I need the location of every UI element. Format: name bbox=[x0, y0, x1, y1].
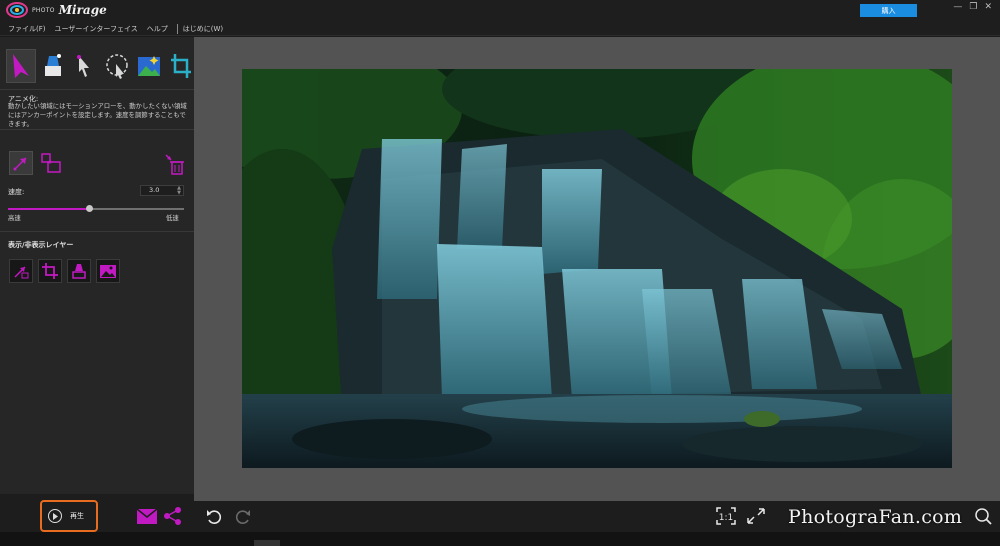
waterfall-image bbox=[242, 69, 952, 468]
tools-panel: アニメ化: 動かしたい領域にはモーションアローを、動かしたくない領域にはアンカー… bbox=[0, 37, 194, 532]
status-bar bbox=[0, 532, 1000, 546]
menu-getting-started[interactable]: はじめに(W) bbox=[183, 24, 223, 34]
menu-user-interface[interactable]: ユーザーインターフェイス bbox=[55, 24, 138, 34]
menu-help[interactable]: ヘルプ bbox=[147, 24, 168, 34]
status-tab bbox=[254, 540, 280, 546]
speed-value: 3.0 bbox=[149, 186, 160, 194]
actual-size-icon[interactable]: 1:1 bbox=[716, 507, 736, 525]
main-tool-row bbox=[6, 49, 196, 83]
crop-icon bbox=[171, 54, 191, 78]
waterfall-photo[interactable] bbox=[242, 69, 952, 468]
anchor-point-button[interactable] bbox=[39, 151, 63, 175]
layers-section-title: 表示/非表示レイヤー bbox=[8, 241, 74, 249]
panel-divider bbox=[0, 129, 194, 130]
play-button[interactable]: 再生 bbox=[40, 500, 98, 532]
lasso-tool-button[interactable] bbox=[102, 49, 132, 83]
select-tool-button[interactable] bbox=[70, 49, 100, 83]
mask-layer-icon bbox=[72, 264, 86, 279]
share-icon[interactable] bbox=[163, 506, 183, 526]
maximize-button[interactable]: ❐ bbox=[969, 2, 977, 12]
svg-text:1:1: 1:1 bbox=[719, 513, 733, 523]
layer-toggle-mask[interactable] bbox=[67, 259, 91, 283]
slider-max-label: 低速 bbox=[166, 214, 179, 222]
title-bar: PHOTO Mirage ファイル(F) ユーザーインターフェイス ヘルプ はじ… bbox=[0, 0, 1000, 36]
animate-tool-button[interactable] bbox=[6, 49, 36, 83]
redo-icon[interactable] bbox=[234, 508, 252, 526]
image-layer-icon bbox=[100, 265, 116, 278]
motion-layer-icon bbox=[14, 266, 29, 279]
motion-arrow-button[interactable] bbox=[9, 151, 33, 175]
slider-min-label: 高速 bbox=[8, 214, 21, 222]
lasso-icon bbox=[106, 54, 128, 79]
email-icon[interactable] bbox=[137, 509, 157, 524]
layer-toggles bbox=[9, 259, 120, 283]
eraser-icon bbox=[45, 54, 61, 76]
panel-divider bbox=[0, 231, 194, 232]
speed-slider-fill bbox=[8, 208, 89, 210]
crop-tool-button[interactable] bbox=[166, 49, 196, 83]
speed-spinner-icon[interactable]: ▲ ▼ bbox=[177, 186, 181, 196]
eraser-tool-button[interactable] bbox=[38, 49, 68, 83]
panel-divider bbox=[0, 89, 194, 90]
window-controls: — ❐ ✕ bbox=[953, 2, 992, 12]
buy-button[interactable]: 購入 bbox=[860, 4, 917, 17]
play-label: 再生 bbox=[70, 512, 84, 520]
fullscreen-icon[interactable] bbox=[746, 507, 766, 525]
logo-small-text: PHOTO bbox=[32, 6, 55, 14]
anchor-point-icon bbox=[41, 153, 61, 173]
select-arrow-icon bbox=[77, 55, 89, 77]
speed-label: 速度: bbox=[8, 188, 25, 196]
logo-mark-icon bbox=[6, 2, 28, 18]
app-logo: PHOTO Mirage bbox=[6, 1, 107, 19]
motion-arrow-icon bbox=[13, 157, 27, 171]
canvas-area[interactable] bbox=[194, 37, 1000, 501]
minimize-button[interactable]: — bbox=[953, 2, 962, 12]
speed-slider[interactable] bbox=[8, 205, 184, 212]
animate-description: 動かしたい領域にはモーションアローを、動かしたくない領域にはアンカーポイントを設… bbox=[8, 102, 187, 128]
layer-toggle-motion[interactable] bbox=[9, 259, 33, 283]
layer-toggle-crop[interactable] bbox=[38, 259, 62, 283]
menu-bar: ファイル(F) ユーザーインターフェイス ヘルプ はじめに(W) bbox=[8, 24, 232, 34]
menu-separator bbox=[176, 24, 178, 34]
animate-tools bbox=[9, 151, 63, 175]
delete-arrows-icon[interactable] bbox=[164, 153, 184, 175]
image-icon bbox=[138, 56, 160, 76]
menu-file[interactable]: ファイル(F) bbox=[8, 24, 46, 34]
logo-big-text: Mirage bbox=[58, 3, 107, 17]
layer-toggle-image[interactable] bbox=[96, 259, 120, 283]
close-button[interactable]: ✕ bbox=[984, 2, 992, 12]
undo-icon[interactable] bbox=[205, 508, 223, 526]
play-icon bbox=[48, 509, 62, 523]
speed-input[interactable]: 3.0 ▲ ▼ bbox=[140, 185, 184, 196]
watermark-text: PhotograFan.com bbox=[788, 506, 963, 528]
zoom-icon[interactable] bbox=[974, 507, 992, 525]
sky-tool-button[interactable] bbox=[134, 49, 164, 83]
motion-arrow-icon bbox=[13, 54, 29, 78]
crop-layer-icon bbox=[42, 263, 58, 279]
speed-slider-thumb[interactable] bbox=[85, 205, 93, 212]
